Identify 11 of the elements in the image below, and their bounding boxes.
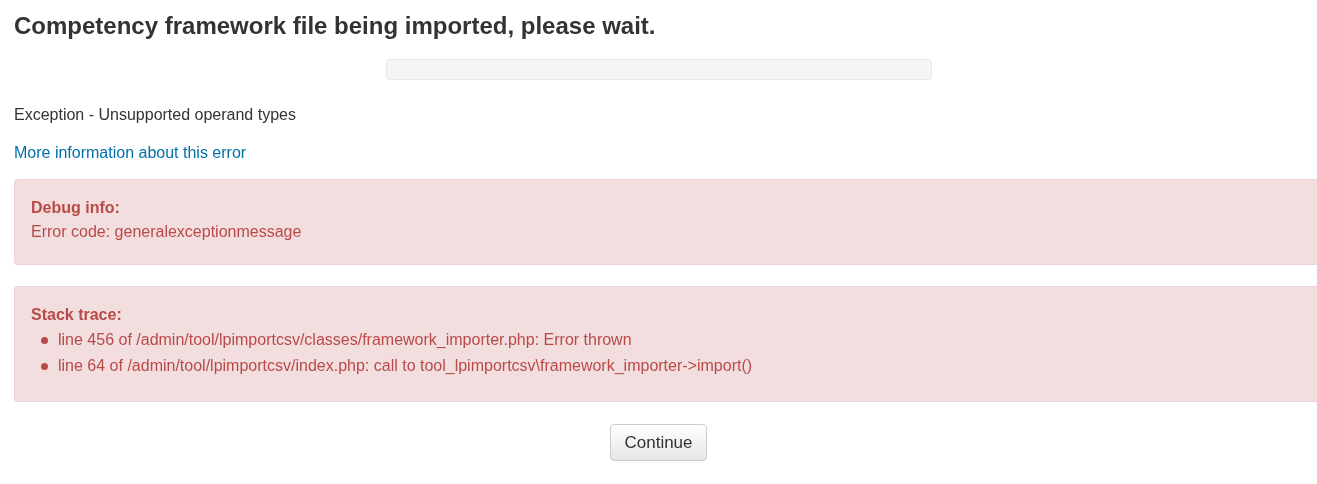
stack-trace-line: line 64 of /admin/tool/lpimportcsv/index.php: call to tool_lpimportcsv\framework_importer->import() [58,356,753,376]
error-info-link[interactable]: More information about this error [14,144,247,161]
stack-trace-line: line 456 of /admin/tool/lpimportcsv/classes/framework_importer.php: Error thrown [58,330,632,350]
debug-info-title: Debug info: [31,198,121,218]
bullet-icon [41,362,48,370]
bullet-icon [41,336,48,344]
continue-button[interactable]: Continue [610,424,707,461]
error-code-text: Error code: generalexceptionmessage [31,222,303,242]
stack-trace-title: Stack trace: [31,305,123,325]
error-message: Exception - Unsupported operand types [14,105,297,125]
page-heading: Competency framework file being imported, please wait. [14,11,657,41]
